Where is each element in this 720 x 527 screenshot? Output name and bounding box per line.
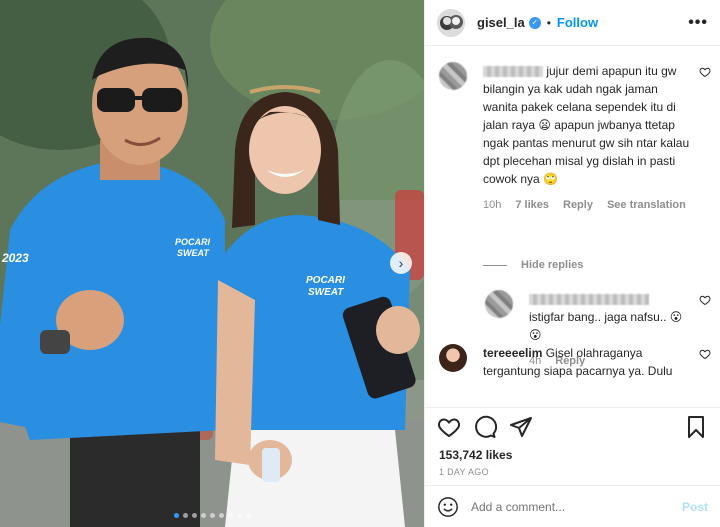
likes-count[interactable]: 153,742 likes [425, 445, 720, 465]
verified-badge-icon: ✓ [528, 16, 541, 29]
replier-name-blurred[interactable] [529, 294, 649, 306]
author-avatar[interactable] [437, 8, 465, 37]
carousel-dot[interactable] [227, 513, 233, 518]
carousel-dot[interactable] [182, 513, 188, 518]
carousel-dot[interactable] [218, 513, 224, 518]
comment-item: jujur demi apapun itu gw bilangin ya kak… [439, 62, 711, 214]
post-side-panel: gisel_la ✓ • Follow ••• jujur demi apapu… [424, 0, 720, 527]
chevron-right-icon: › [398, 255, 404, 271]
comment-text: jujur demi apapun itu gw bilangin ya kak… [483, 64, 690, 186]
comment-body: jujur demi apapun itu gw bilangin ya kak… [483, 62, 711, 214]
heart-icon[interactable] [699, 294, 711, 306]
svg-text:SWEAT: SWEAT [308, 287, 344, 298]
share-paper-plane-icon[interactable] [509, 415, 533, 439]
header-separator: • [546, 15, 551, 30]
hide-replies-button[interactable]: Hide replies [483, 259, 583, 271]
save-bookmark-icon[interactable] [684, 415, 708, 439]
post-header: gisel_la ✓ • Follow ••• [425, 0, 720, 46]
more-options-icon[interactable]: ••• [688, 14, 708, 32]
post-comment-button[interactable]: Post [682, 500, 708, 514]
carousel-dot[interactable] [209, 513, 215, 518]
commenter-avatar[interactable] [439, 344, 467, 372]
comment-bubble-icon[interactable] [473, 415, 497, 439]
heart-icon[interactable] [699, 348, 711, 360]
like-heart-icon[interactable] [437, 415, 461, 439]
reply-text: istigfar bang.. jaga nafsu.. 😮😮 [529, 310, 683, 342]
hide-replies-label: Hide replies [521, 259, 584, 271]
comment-time: 10h [483, 199, 502, 211]
post-date: 1 DAY AGO [439, 467, 489, 477]
svg-text:POCARI: POCARI [306, 275, 345, 286]
follow-button[interactable]: Follow [557, 15, 598, 30]
photo-scene: POCARI SWEAT 2023 POCARI SWEAT [0, 0, 424, 527]
author-username[interactable]: gisel_la [477, 15, 525, 30]
emoji-smiley-icon[interactable] [437, 496, 459, 518]
svg-text:SWEAT: SWEAT [177, 248, 210, 258]
hide-replies-line [483, 264, 507, 266]
comment-body: tereeeelim Gisel olahraganya tergantung … [483, 344, 711, 380]
post-photo[interactable]: POCARI SWEAT 2023 POCARI SWEAT › [0, 0, 424, 527]
svg-text:2023: 2023 [1, 251, 29, 265]
carousel-dot[interactable] [173, 513, 179, 518]
commenter-avatar-blurred[interactable] [439, 62, 467, 90]
heart-icon[interactable] [699, 66, 711, 78]
post-viewer: POCARI SWEAT 2023 POCARI SWEAT › gisel_l… [0, 0, 720, 527]
carousel-dot[interactable] [236, 513, 242, 518]
commenter-name-blurred[interactable] [483, 66, 543, 78]
replier-avatar-blurred[interactable] [485, 290, 513, 318]
post-actions [425, 407, 720, 445]
svg-text:POCARI: POCARI [175, 237, 211, 247]
carousel-dot[interactable] [245, 513, 251, 518]
comment-item: tereeeelim Gisel olahraganya tergantung … [439, 344, 711, 380]
comment-meta: 10h 7 likes Reply See translation [483, 196, 691, 214]
see-translation-button[interactable]: See translation [607, 196, 686, 214]
comments-list[interactable]: jujur demi apapun itu gw bilangin ya kak… [425, 46, 720, 407]
comment-likes[interactable]: 7 likes [515, 196, 549, 214]
avatar-image [437, 8, 465, 37]
add-comment-bar: Post [425, 485, 720, 527]
carousel-dot[interactable] [191, 513, 197, 518]
carousel-next-button[interactable]: › [390, 252, 412, 274]
reply-button[interactable]: Reply [563, 196, 593, 214]
carousel-dots [0, 513, 424, 518]
carousel-dot[interactable] [200, 513, 206, 518]
add-comment-input[interactable] [471, 499, 682, 514]
commenter-username[interactable]: tereeeelim [483, 346, 542, 360]
